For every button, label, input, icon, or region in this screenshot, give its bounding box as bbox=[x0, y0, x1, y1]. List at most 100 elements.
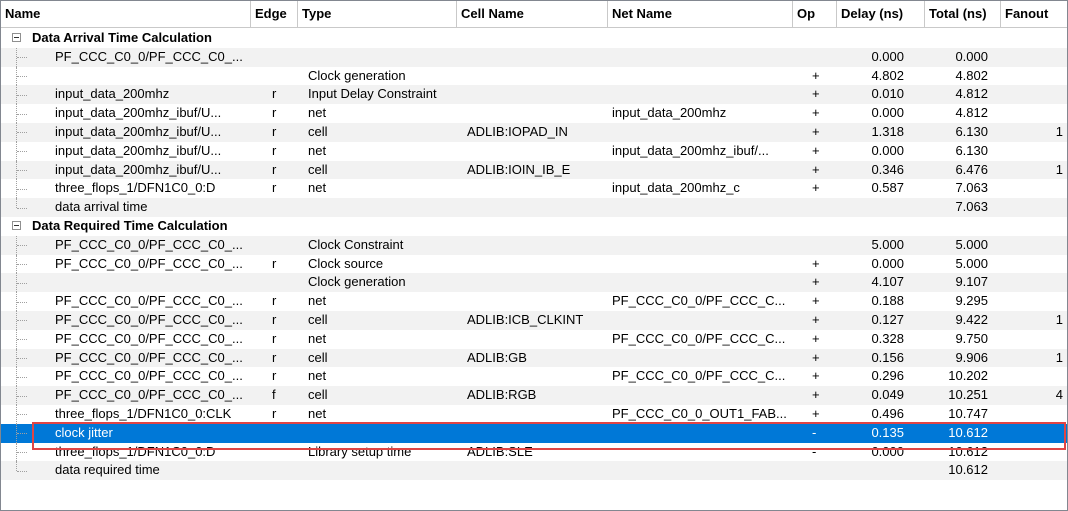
cell-delay: 0.000 bbox=[871, 48, 904, 64]
cell-total: 6.130 bbox=[955, 123, 988, 139]
column-header-fanout[interactable]: Fanout bbox=[1001, 1, 1067, 27]
column-header-edge[interactable]: Edge bbox=[251, 1, 298, 27]
cell-name: data arrival time bbox=[55, 199, 148, 215]
column-header-cell-name[interactable]: Cell Name bbox=[457, 1, 608, 27]
column-header-delay[interactable]: Delay (ns) bbox=[837, 1, 925, 27]
tree-line bbox=[16, 198, 17, 208]
cell-op: + bbox=[812, 86, 820, 102]
column-header-name[interactable]: Name bbox=[1, 1, 251, 27]
cell-edge: r bbox=[272, 405, 277, 421]
table-row[interactable]: input_data_200mhz_ibuf/U... r cell ADLIB:IO… bbox=[1, 122, 1067, 142]
cell-total: 7.063 bbox=[955, 180, 988, 196]
table-row[interactable]: PF_CCC_C0_0/PF_CCC_C0_... 0.000 0.000 bbox=[1, 47, 1067, 67]
cell-name: input_data_200mhz_ibuf/U... bbox=[55, 123, 222, 139]
table-row[interactable]: input_data_200mhz_ibuf/U... r net input_dat… bbox=[1, 141, 1067, 161]
cell-type: net bbox=[308, 368, 327, 384]
cell-type: Clock Constraint bbox=[308, 236, 404, 252]
table-row[interactable]: PF_CCC_C0_0/PF_CCC_C0_... Clock Constrain… bbox=[1, 235, 1067, 255]
table-row[interactable]: three_flops_1/DFN1C0_0:CLK r net PF_CCC_C0_… bbox=[1, 404, 1067, 424]
tree-line bbox=[16, 461, 17, 471]
cell-delay: 0.496 bbox=[871, 405, 904, 421]
cell-name: PF_CCC_C0_0/PF_CCC_C0_... bbox=[55, 387, 243, 403]
cell-fanout: 1 bbox=[1055, 311, 1063, 327]
group-label: Data Required Time Calculation bbox=[32, 217, 228, 233]
cell-type: net bbox=[308, 105, 327, 121]
cell-net bbox=[612, 123, 792, 142]
table-row[interactable]: input_data_200mhz r Input Delay Constraint… bbox=[1, 85, 1067, 105]
cell-cell bbox=[467, 179, 607, 198]
tree-branch bbox=[17, 433, 27, 435]
cell-op: + bbox=[812, 349, 820, 365]
column-header-type[interactable]: Type bbox=[298, 1, 457, 27]
cell-fanout: 1 bbox=[1055, 161, 1063, 177]
table-row[interactable]: input_data_200mhz_ibuf/U... r cell ADLIB:IO… bbox=[1, 160, 1067, 180]
cell-total: 6.130 bbox=[955, 142, 988, 158]
cell-delay: 0.296 bbox=[871, 368, 904, 384]
tree-branch bbox=[17, 320, 27, 322]
cell-name bbox=[55, 273, 250, 292]
cell-cell bbox=[467, 198, 607, 217]
group-row[interactable]: Data Required Time Calculation bbox=[1, 217, 1067, 236]
cell-delay bbox=[843, 198, 904, 217]
cell-net: PF_CCC_C0_0/PF_CCC_C... bbox=[612, 293, 786, 309]
column-header-total[interactable]: Total (ns) bbox=[925, 1, 1001, 27]
cell-delay: 0.049 bbox=[871, 387, 904, 403]
cell-total: 9.422 bbox=[955, 311, 988, 327]
cell-delay: 0.000 bbox=[871, 142, 904, 158]
cell-total: 0.000 bbox=[955, 48, 988, 64]
cell-total: 5.000 bbox=[955, 255, 988, 271]
table-row[interactable]: data required time 10.612 bbox=[1, 461, 1067, 481]
cell-op bbox=[812, 236, 832, 255]
table-row[interactable]: Clock generation +4.107 9.107 bbox=[1, 273, 1067, 293]
cell-op: + bbox=[812, 368, 820, 384]
table-row[interactable]: PF_CCC_C0_0/PF_CCC_C0_... r net PF_CCC_C0_0… bbox=[1, 367, 1067, 387]
table-row[interactable]: three_flops_1/DFN1C0_0:D Library setup ti… bbox=[1, 442, 1067, 462]
cell-delay: 0.135 bbox=[871, 424, 904, 440]
cell-name: PF_CCC_C0_0/PF_CCC_C0_... bbox=[55, 368, 243, 384]
table-row[interactable]: Clock generation +4.802 4.802 bbox=[1, 66, 1067, 86]
cell-name: PF_CCC_C0_0/PF_CCC_C0_... bbox=[55, 255, 243, 271]
cell-total: 10.612 bbox=[948, 424, 988, 440]
cell-op: + bbox=[812, 293, 820, 309]
column-header-op[interactable]: Op bbox=[793, 1, 837, 27]
collapse-toggle-icon[interactable] bbox=[12, 33, 21, 42]
table-row-selected[interactable]: clock jitter - 0.135 10.612 bbox=[1, 423, 1067, 443]
cell-total: 9.906 bbox=[955, 349, 988, 365]
cell-op: + bbox=[812, 311, 820, 327]
cell-total: 7.063 bbox=[955, 199, 988, 215]
cell-delay: 0.127 bbox=[871, 311, 904, 327]
tree-branch bbox=[17, 470, 27, 472]
cell-op: + bbox=[812, 142, 820, 158]
cell-fanout: 1 bbox=[1055, 349, 1063, 365]
table-row[interactable]: input_data_200mhz_ibuf/U... r net input_dat… bbox=[1, 104, 1067, 123]
tree-branch bbox=[17, 169, 27, 171]
cell-total: 9.107 bbox=[955, 274, 988, 290]
cell-cell bbox=[467, 236, 607, 255]
table-row[interactable]: data arrival time 7.063 bbox=[1, 198, 1067, 217]
cell-net: input_data_200mhz_ibuf/... bbox=[612, 142, 769, 158]
cell-name: PF_CCC_C0_0/PF_CCC_C0_... bbox=[55, 293, 243, 309]
tree-branch bbox=[17, 94, 27, 96]
cell-cell bbox=[467, 273, 607, 292]
cell-name: PF_CCC_C0_0/PF_CCC_C0_... bbox=[55, 349, 243, 365]
collapse-toggle-icon[interactable] bbox=[12, 220, 21, 230]
cell-name: input_data_200mhz_ibuf/U... bbox=[55, 161, 222, 177]
table-row[interactable]: PF_CCC_C0_0/PF_CCC_C0_... f cell ADLIB:RGB +… bbox=[1, 386, 1067, 405]
cell-type: net bbox=[308, 142, 327, 158]
tree-branch bbox=[17, 414, 27, 416]
table-row[interactable]: PF_CCC_C0_0/PF_CCC_C0_... r cell ADLIB:GB +0… bbox=[1, 348, 1067, 368]
tree-branch bbox=[17, 113, 27, 115]
cell-total: 4.812 bbox=[955, 105, 988, 121]
table-row[interactable]: PF_CCC_C0_0/PF_CCC_C0_... r Clock source +0… bbox=[1, 254, 1067, 274]
cell-delay: 0.587 bbox=[871, 180, 904, 196]
table-row[interactable]: PF_CCC_C0_0/PF_CCC_C0_... r net PF_CCC_C0_0… bbox=[1, 329, 1067, 349]
table-row[interactable]: PF_CCC_C0_0/PF_CCC_C0_... r cell ADLIB:ICB_… bbox=[1, 310, 1067, 330]
cell-cell: ADLIB:RGB bbox=[467, 387, 537, 403]
cell-cell bbox=[467, 292, 607, 311]
table-row[interactable]: three_flops_1/DFN1C0_0:D r net input_data_2… bbox=[1, 179, 1067, 199]
cell-edge bbox=[272, 273, 292, 292]
table-row[interactable]: PF_CCC_C0_0/PF_CCC_C0_... r net PF_CCC_C0_0… bbox=[1, 292, 1067, 311]
column-header-net-name[interactable]: Net Name bbox=[608, 1, 793, 27]
group-row[interactable]: Data Arrival Time Calculation bbox=[1, 29, 1067, 48]
tree-branch bbox=[17, 75, 27, 77]
